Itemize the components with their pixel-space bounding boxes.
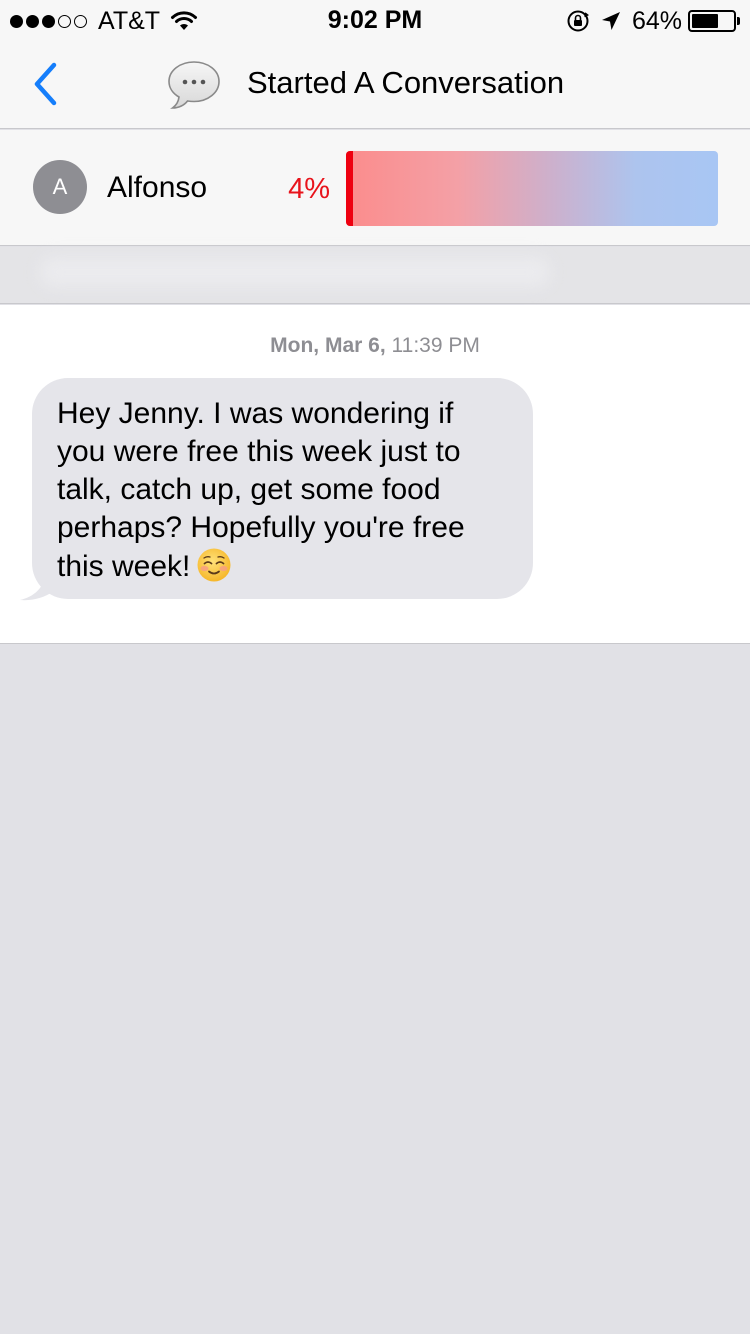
battery-nub [737, 17, 740, 25]
message-bubble[interactable]: Hey Jenny. I was wondering if you were f… [32, 378, 533, 599]
battery-icon [688, 10, 736, 32]
smiling-face-icon [197, 548, 231, 582]
speech-bubble-icon [168, 61, 220, 109]
conversation-panel: Mon, Mar 6, 11:39 PM Hey Jenny. I was wo… [0, 305, 750, 644]
battery-percent: 64% [631, 6, 682, 35]
timestamp-day: Mon, Mar 6, [270, 334, 386, 357]
chevron-left-icon [34, 62, 57, 106]
back-button[interactable] [22, 58, 72, 110]
page-title: Started A Conversation [247, 65, 565, 100]
interest-meter [346, 151, 718, 226]
interest-meter-fill [346, 151, 353, 226]
empty-area [0, 645, 750, 1334]
contact-row[interactable]: A Alfonso 4% [0, 130, 750, 246]
contact-name: Alfonso [107, 171, 208, 204]
message-timestamp: Mon, Mar 6, 11:39 PM [0, 334, 750, 358]
interest-percent: 4% [288, 173, 330, 205]
location-arrow-icon [601, 12, 620, 30]
message-text: Hey Jenny. I was wondering if you were f… [57, 397, 465, 583]
navigation-bar: Started A Conversation [0, 40, 750, 129]
timestamp-time: 11:39 PM [391, 334, 480, 357]
orientation-lock-icon [567, 10, 589, 32]
status-bar: AT&T 9:02 PM 64% [0, 0, 750, 40]
avatar: A [33, 160, 87, 214]
blurred-divider [0, 247, 750, 304]
status-right: 64% [566, 6, 740, 36]
